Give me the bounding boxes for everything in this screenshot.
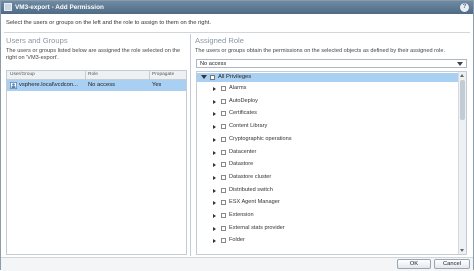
- users-groups-panel: Users and Groups The users or groups lis…: [4, 34, 189, 256]
- tree-item[interactable]: Distributed switch: [197, 186, 459, 196]
- tree-root-label: All Privileges: [218, 74, 252, 80]
- privileges-tree: All Privileges Alarms AutoDeploy Certifica…: [196, 71, 467, 255]
- expand-right-icon[interactable]: [213, 175, 216, 180]
- tree-item-label: Distributed switch: [229, 186, 273, 193]
- checkbox[interactable]: [221, 238, 226, 244]
- assigned-role-heading: Assigned Role: [195, 36, 244, 45]
- tree-scrollbar[interactable]: [458, 72, 466, 254]
- assigned-role-description: The users or groups obtain the permissio…: [195, 48, 445, 54]
- tree-item-label: AutoDeploy: [229, 97, 258, 104]
- tree-item-label: External stats provider: [229, 224, 285, 231]
- tree-item[interactable]: Datastore cluster: [197, 173, 459, 183]
- tree-item-label: Datacenter: [229, 148, 257, 155]
- checkbox[interactable]: [221, 225, 226, 231]
- divider: [4, 32, 470, 33]
- checkbox[interactable]: [210, 75, 215, 80]
- tree-item[interactable]: AutoDeploy: [197, 97, 459, 107]
- checkbox[interactable]: [221, 174, 226, 180]
- tree-item[interactable]: External stats provider: [197, 224, 459, 234]
- checkbox[interactable]: [221, 124, 226, 130]
- tree-item-label: ESX Agent Manager: [229, 199, 280, 206]
- column-header-user-group[interactable]: User/Group: [10, 72, 35, 77]
- checkbox[interactable]: [221, 136, 226, 142]
- tree-item-label: Datastore cluster: [229, 173, 272, 180]
- checkbox[interactable]: [221, 111, 226, 117]
- tree-item-label: Datastore: [229, 161, 254, 168]
- chevron-down-icon: [457, 62, 463, 66]
- checkbox[interactable]: [221, 187, 226, 193]
- checkbox[interactable]: [221, 200, 226, 206]
- users-groups-heading: Users and Groups: [6, 36, 68, 45]
- tree-item[interactable]: Datacenter: [197, 148, 459, 158]
- expand-right-icon[interactable]: [213, 150, 216, 155]
- scroll-thumb[interactable]: [460, 80, 465, 120]
- panel-divider[interactable]: [190, 34, 191, 256]
- title-bar: VM3-export - Add Permission ?: [1, 1, 473, 14]
- checkbox[interactable]: [221, 213, 226, 218]
- column-header-propagate[interactable]: Propagate: [152, 72, 174, 77]
- tree-item[interactable]: Alarms: [197, 84, 459, 94]
- column-separator: [85, 71, 86, 79]
- scroll-up-icon[interactable]: [460, 74, 464, 77]
- checkbox[interactable]: [221, 162, 226, 168]
- tree-item[interactable]: ESX Agent Manager: [197, 198, 459, 208]
- column-header-role[interactable]: Role: [88, 72, 98, 77]
- expand-right-icon[interactable]: [213, 112, 216, 117]
- tree-item-label: Folder: [229, 237, 245, 244]
- expand-right-icon[interactable]: [213, 239, 216, 244]
- tree-item[interactable]: Content Library: [197, 122, 459, 132]
- assigned-role-panel: Assigned Role The users or groups obtain…: [192, 34, 470, 256]
- role-select-value: No access: [200, 61, 227, 67]
- tree-item-label: Cryptographic operations: [229, 135, 292, 142]
- expand-right-icon[interactable]: [213, 201, 216, 206]
- expand-right-icon[interactable]: [213, 214, 216, 218]
- add-permission-dialog: VM3-export - Add Permission ? Select the…: [0, 0, 474, 271]
- checkbox[interactable]: [221, 98, 226, 104]
- column-separator: [149, 71, 150, 79]
- tree-item-label: Content Library: [229, 123, 268, 130]
- expand-down-icon[interactable]: [201, 75, 207, 79]
- help-icon[interactable]: ?: [460, 3, 469, 12]
- instruction-text: Select the users or groups on the left a…: [6, 20, 211, 26]
- tree-item[interactable]: Folder: [197, 236, 459, 246]
- window-icon: [4, 3, 12, 11]
- dialog-footer: OK Cancel: [1, 257, 473, 271]
- tree-item[interactable]: Certificates: [197, 109, 459, 119]
- expand-right-icon[interactable]: [213, 99, 216, 104]
- expand-right-icon[interactable]: [213, 87, 216, 91]
- users-groups-description: The users or groups listed below are ass…: [6, 48, 181, 61]
- tree-item-label: Alarms: [229, 85, 247, 91]
- expand-right-icon[interactable]: [213, 137, 216, 142]
- checkbox[interactable]: [221, 86, 226, 91]
- tree-item-label: Certificates: [229, 110, 257, 117]
- cell-propagate: Yes: [152, 82, 162, 88]
- table-row[interactable]: vsphere.local\vcdcon... No access Yes: [7, 80, 186, 91]
- cell-user: vsphere.local\vcdcon...: [19, 82, 78, 88]
- users-groups-table: User/Group Role Propagate vsphere.local\…: [6, 70, 187, 255]
- role-select[interactable]: No access: [196, 59, 467, 68]
- tree-item[interactable]: Extension: [197, 211, 459, 221]
- tree-item[interactable]: Cryptographic operations: [197, 135, 459, 145]
- cancel-button[interactable]: Cancel: [434, 259, 470, 269]
- ok-button[interactable]: OK: [397, 259, 431, 269]
- tree-root-all-privileges[interactable]: All Privileges: [197, 73, 459, 82]
- tree-item-label: Extension: [229, 212, 254, 218]
- expand-right-icon[interactable]: [213, 125, 216, 130]
- checkbox[interactable]: [221, 149, 226, 155]
- expand-right-icon[interactable]: [213, 188, 216, 193]
- tree-item[interactable]: Datastore: [197, 160, 459, 170]
- cell-role: No access: [88, 82, 116, 88]
- window-title: VM3-export - Add Permission: [15, 4, 104, 11]
- expand-right-icon[interactable]: [213, 226, 216, 231]
- table-header: User/Group Role Propagate: [7, 71, 186, 80]
- user-icon: [10, 82, 17, 89]
- scroll-down-icon[interactable]: [460, 249, 464, 252]
- expand-right-icon[interactable]: [213, 163, 216, 168]
